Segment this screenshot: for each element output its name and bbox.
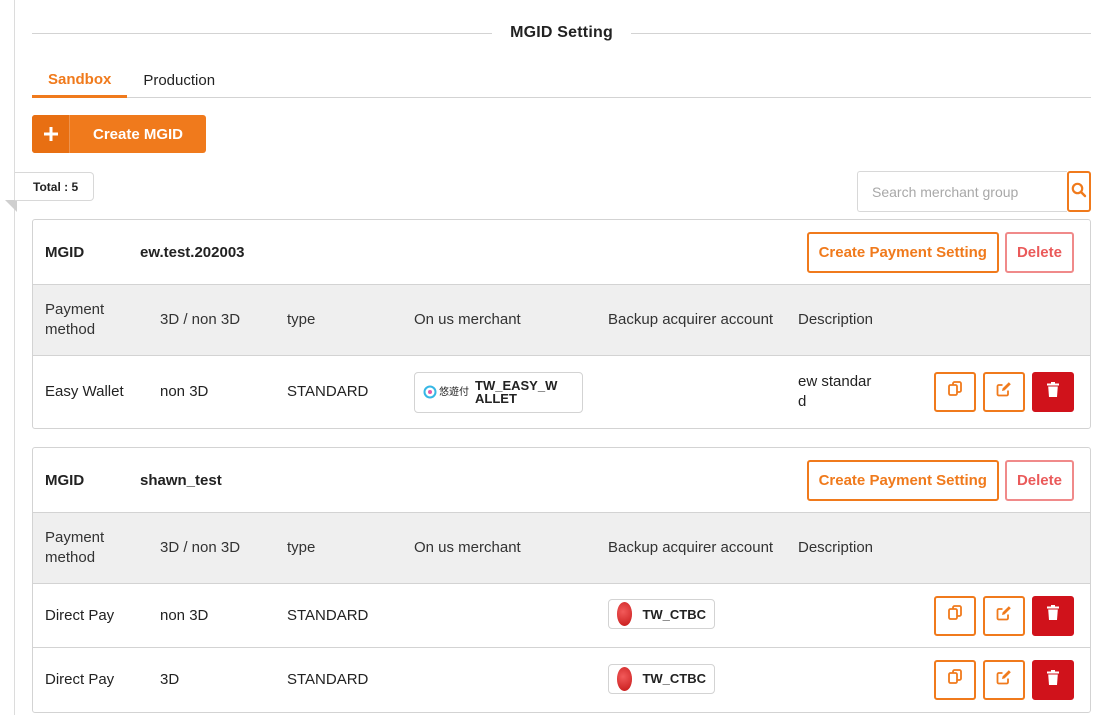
backup-acquirer-chip: TW_CTBC: [608, 599, 715, 629]
backup-acquirer-chip: TW_CTBC: [608, 663, 715, 694]
search-button[interactable]: [1067, 171, 1091, 212]
search-icon: [1071, 182, 1087, 202]
col-type: type: [287, 539, 316, 556]
on-us-merchant-name: TW_EASY_WALLET: [475, 378, 558, 406]
delete-row-button[interactable]: [1032, 660, 1074, 700]
copy-button[interactable]: [934, 660, 976, 700]
delete-row-button[interactable]: [1032, 372, 1074, 412]
col-on-us-merchant: On us merchant: [414, 311, 521, 328]
edit-button[interactable]: [983, 660, 1025, 700]
delete-row-button[interactable]: [1032, 595, 1074, 636]
tab-sandbox[interactable]: Sandbox: [32, 62, 128, 98]
delete-mgid-button[interactable]: Delete: [1004, 231, 1074, 273]
edit-icon: [996, 381, 1012, 403]
edit-button[interactable]: [983, 595, 1025, 636]
left-divider: [14, 0, 15, 715]
create-payment-setting-button[interactable]: Create Payment Setting: [806, 459, 999, 501]
create-mgid-label: Create MGID: [92, 125, 184, 143]
type-cell: STANDARD: [287, 671, 369, 688]
title-rule-left: [32, 32, 493, 34]
edit-icon: [996, 605, 1012, 627]
copy-button[interactable]: [934, 595, 976, 636]
create-mgid-button[interactable]: Create MGID: [32, 115, 206, 153]
edit-button[interactable]: [983, 372, 1025, 412]
delete-mgid-button[interactable]: Delete: [1004, 459, 1074, 501]
table-row: Direct Pay 3D STANDARD TW_CTBC: [33, 648, 1090, 712]
secure-cell: non 3D: [160, 606, 209, 624]
backup-acquirer-name: TW_CTBC: [642, 671, 706, 686]
row-actions: [878, 372, 1090, 412]
copy-icon: [948, 669, 962, 691]
secure-cell: non 3D: [160, 383, 209, 400]
payment-method-cell: Direct Pay: [45, 606, 115, 624]
search-bar: [857, 171, 1091, 212]
col-payment-method: Payment method: [45, 301, 105, 338]
table-row: Direct Pay non 3D STANDARD TW_CTBC: [33, 584, 1090, 648]
col-3d: 3D / non 3D: [160, 539, 241, 556]
trash-icon: [1047, 381, 1059, 403]
col-on-us-merchant: On us merchant: [414, 539, 521, 556]
environment-tabs: Sandbox Production: [32, 62, 1091, 98]
mgid-card-header: MGID ew.test.202003 Create Payment Setti…: [33, 220, 1090, 285]
col-payment-method: Payment method: [45, 529, 105, 566]
col-3d: 3D / non 3D: [160, 311, 241, 328]
col-description: Description: [798, 539, 874, 556]
mgid-card-header: MGID shawn_test Create Payment Setting D…: [33, 448, 1090, 513]
mgid-value: ew.test.202003: [140, 243, 245, 261]
section-header: MGID Setting: [32, 20, 1091, 46]
payment-method-cell: Direct Pay: [45, 671, 115, 688]
table-header-row: Payment method 3D / non 3D type On us me…: [33, 285, 1090, 356]
row-actions: [878, 595, 1090, 636]
mgid-card: MGID shawn_test Create Payment Setting D…: [32, 447, 1091, 713]
backup-cell: TW_CTBC: [608, 663, 798, 697]
trash-icon: [1047, 605, 1059, 626]
description-cell: ew standard: [798, 373, 872, 410]
payment-method-cell: Easy Wallet: [45, 383, 124, 400]
trash-icon: [1047, 669, 1059, 691]
row-actions: [878, 660, 1090, 700]
ctbc-logo-icon: [617, 666, 633, 691]
copy-button[interactable]: [934, 372, 976, 412]
col-type: type: [287, 311, 316, 328]
col-description: Description: [798, 311, 874, 328]
col-backup-acquirer: Backup acquirer account: [608, 311, 774, 328]
left-tab-notch: [5, 200, 17, 212]
table-row: Easy Wallet non 3D STANDARD 悠遊付 TW_EASY_…: [33, 356, 1090, 428]
mgid-value: shawn_test: [140, 471, 222, 489]
backup-cell: TW_CTBC: [608, 599, 798, 632]
create-payment-setting-button[interactable]: Create Payment Setting: [806, 231, 999, 273]
mgid-label: MGID: [45, 471, 85, 489]
copy-icon: [948, 381, 962, 403]
title-rule-right: [630, 32, 1091, 34]
secure-cell: 3D: [160, 671, 180, 688]
copy-icon: [948, 604, 962, 627]
page-title: MGID Setting: [510, 24, 613, 41]
on-us-merchant-chip: 悠遊付 TW_EASY_WALLET: [414, 371, 583, 413]
backup-acquirer-name: TW_CTBC: [642, 606, 706, 622]
easywallet-logo-icon: 悠遊付: [423, 385, 469, 399]
mgid-card: MGID ew.test.202003 Create Payment Setti…: [32, 219, 1091, 429]
on-us-cell: 悠遊付 TW_EASY_WALLET: [414, 371, 608, 413]
ctbc-logo-icon: [617, 602, 633, 626]
table-header-row: Payment method 3D / non 3D type On us me…: [33, 513, 1090, 584]
edit-icon: [996, 669, 1012, 691]
total-count-badge: Total : 5: [15, 172, 94, 201]
tab-production[interactable]: Production: [127, 62, 231, 98]
easywallet-logo-text: 悠遊付: [439, 386, 469, 398]
col-backup-acquirer: Backup acquirer account: [608, 539, 774, 556]
type-cell: STANDARD: [287, 383, 369, 400]
mgid-label: MGID: [45, 243, 85, 261]
type-cell: STANDARD: [287, 606, 369, 624]
plus-icon: [32, 115, 70, 153]
search-input[interactable]: [857, 171, 1067, 212]
